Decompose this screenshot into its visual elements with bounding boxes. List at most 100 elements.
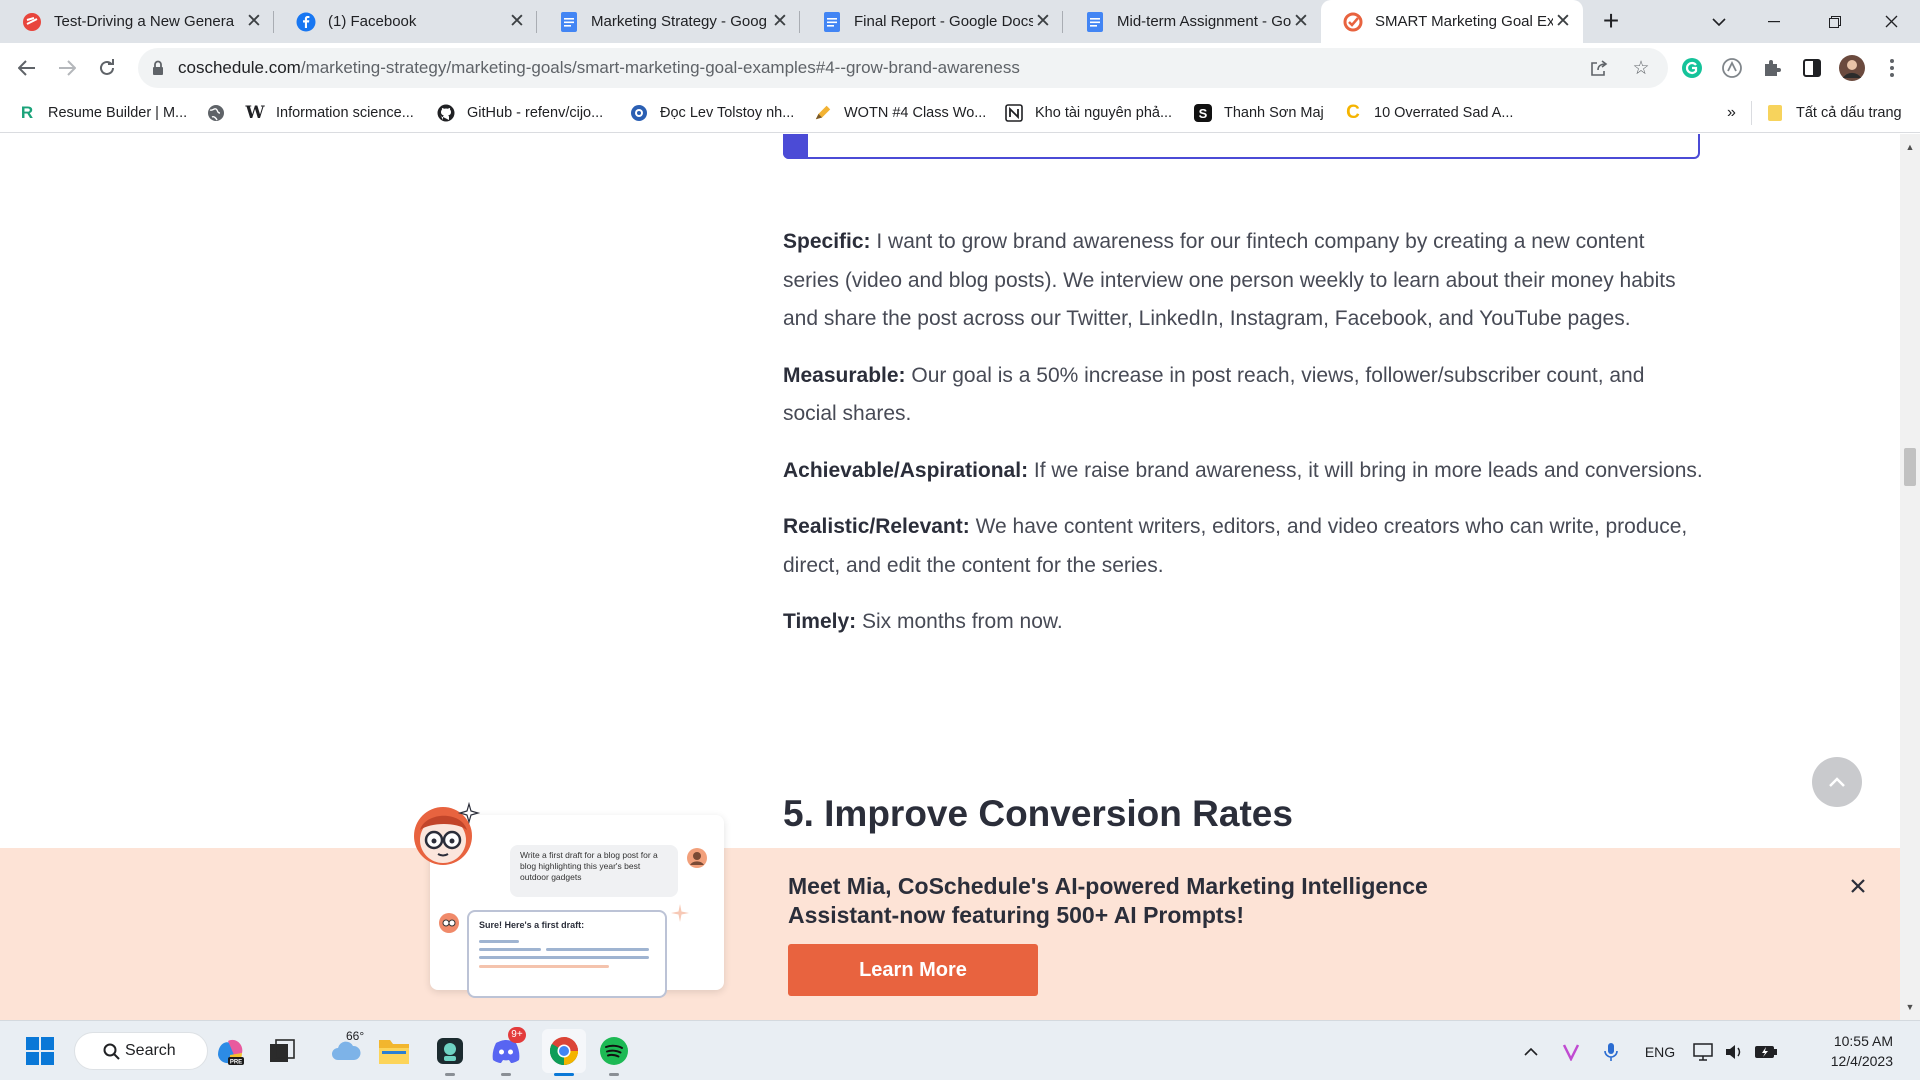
bookmark-resume-builder[interactable]: R Resume Builder | M... bbox=[18, 102, 187, 124]
tab-smart-marketing[interactable]: SMART Marketing Goal Ex ✕ bbox=[1321, 0, 1583, 43]
red-mark-icon bbox=[22, 12, 42, 32]
url-text: coschedule.com/marketing-strategy/market… bbox=[178, 58, 1020, 78]
search-label: Search bbox=[125, 1042, 176, 1059]
tab-search-chevron-icon[interactable] bbox=[1690, 0, 1748, 43]
restore-button[interactable] bbox=[1806, 0, 1864, 43]
bookmark-wotn[interactable]: WOTN #4 Class Wo... bbox=[814, 102, 986, 124]
profile-avatar[interactable] bbox=[1838, 54, 1866, 82]
tab-mid-term[interactable]: Mid-term Assignment - Go ✕ bbox=[1063, 0, 1321, 43]
side-panel-icon[interactable] bbox=[1798, 54, 1826, 82]
article-body: Specific: I want to grow brand awareness… bbox=[783, 223, 1703, 660]
achievable-label: Achievable/Aspirational: bbox=[783, 458, 1029, 482]
minimize-button[interactable] bbox=[1745, 0, 1803, 43]
tab-facebook[interactable]: (1) Facebook ✕ bbox=[274, 0, 537, 43]
bookmarks-overflow-button[interactable]: » bbox=[1727, 102, 1736, 124]
tab-final-report[interactable]: Final Report - Google Docs ✕ bbox=[800, 0, 1063, 43]
taskbar-search-box[interactable]: Search bbox=[74, 1032, 208, 1070]
v-app-icon[interactable] bbox=[1560, 1041, 1582, 1063]
all-bookmarks-folder[interactable]: Tất cả dấu trang bbox=[1766, 102, 1902, 124]
learn-more-button[interactable]: Learn More bbox=[788, 944, 1038, 996]
bookmark-globe[interactable] bbox=[207, 102, 237, 124]
app-green-icon[interactable] bbox=[432, 1033, 468, 1069]
system-clock[interactable]: 10:55 AM 12/4/2023 bbox=[1793, 1031, 1893, 1071]
tab-test-driving[interactable]: Test-Driving a New Genera ✕ bbox=[0, 0, 274, 43]
volume-icon[interactable] bbox=[1722, 1041, 1746, 1063]
share-icon[interactable] bbox=[1586, 56, 1612, 80]
bookmark-lev-tolstoy[interactable]: Đọc Lev Tolstoy nh... bbox=[630, 102, 794, 124]
bookmark-information-science[interactable]: W Information science... bbox=[245, 102, 413, 124]
goal-achievable: Achievable/Aspirational: If we raise bra… bbox=[783, 452, 1703, 491]
timely-text: Six months from now. bbox=[856, 610, 1063, 633]
blue-circle-icon bbox=[630, 104, 648, 122]
bookmark-overrated-sad[interactable]: C 10 Overrated Sad A... bbox=[1344, 102, 1513, 124]
mia-promo-banner: Meet Mia, CoSchedule's AI-powered Market… bbox=[0, 848, 1900, 1020]
tab-label: Mid-term Assignment - Go bbox=[1117, 13, 1291, 30]
mia-mascot-icon bbox=[411, 801, 481, 866]
bookmark-label: WOTN #4 Class Wo... bbox=[844, 105, 987, 121]
clock-time: 10:55 AM bbox=[1833, 1033, 1893, 1049]
timely-label: Timely: bbox=[783, 610, 857, 633]
file-explorer-icon[interactable] bbox=[376, 1033, 412, 1069]
bookmark-label: Thanh Sơn Maj bbox=[1224, 105, 1324, 121]
bookmark-kho-tai-nguyen[interactable]: Kho tài nguyên phả... bbox=[1005, 102, 1172, 124]
address-bar[interactable]: coschedule.com/marketing-strategy/market… bbox=[138, 48, 1668, 88]
chat-reply-bubble: Sure! Here's a first draft: bbox=[467, 910, 667, 998]
copilot-icon[interactable]: PRE bbox=[212, 1033, 248, 1069]
task-view-icon[interactable] bbox=[264, 1033, 300, 1069]
bookmark-star-icon[interactable]: ☆ bbox=[1628, 56, 1654, 80]
network-icon[interactable] bbox=[1692, 1041, 1716, 1063]
draft-line bbox=[546, 948, 649, 951]
discord-icon[interactable]: 9+ bbox=[488, 1027, 526, 1069]
forward-button[interactable] bbox=[50, 51, 84, 85]
bookmark-label: Kho tài nguyên phả... bbox=[1035, 105, 1173, 121]
scrollbar-thumb[interactable] bbox=[1904, 448, 1916, 486]
google-docs-icon bbox=[559, 11, 579, 32]
measurable-text: Our goal is a 50% increase in post reach… bbox=[783, 363, 1645, 426]
show-hidden-icons-chevron-icon[interactable] bbox=[1521, 1041, 1541, 1063]
tab-strip: Test-Driving a New Genera ✕ (1) Facebook… bbox=[0, 0, 1920, 43]
back-button[interactable] bbox=[10, 51, 44, 85]
scroll-down-arrow-icon[interactable]: ▼ bbox=[1905, 1002, 1915, 1012]
clock-date: 12/4/2023 bbox=[1830, 1053, 1893, 1069]
folder-icon bbox=[1766, 104, 1784, 122]
close-banner-button[interactable] bbox=[1846, 874, 1870, 898]
reload-button[interactable] bbox=[90, 51, 124, 85]
extensions-puzzle-icon[interactable] bbox=[1758, 54, 1786, 82]
close-icon[interactable]: ✕ bbox=[770, 11, 790, 32]
resume-builder-icon: R bbox=[20, 103, 34, 122]
grammarly-icon[interactable] bbox=[1678, 54, 1706, 82]
more-menu-icon[interactable] bbox=[1878, 54, 1906, 82]
microphone-icon[interactable] bbox=[1600, 1041, 1622, 1063]
new-tab-button[interactable]: + bbox=[1597, 7, 1625, 36]
callout-box-bottom bbox=[783, 134, 1700, 159]
google-docs-icon bbox=[1085, 11, 1105, 32]
bookmark-thanh-son-maj[interactable]: S Thanh Sơn Maj bbox=[1194, 102, 1324, 124]
spotify-icon[interactable] bbox=[596, 1033, 632, 1069]
close-window-button[interactable] bbox=[1862, 0, 1920, 43]
extension-circle-icon[interactable] bbox=[1718, 54, 1746, 82]
windows-start-icon[interactable] bbox=[22, 1033, 58, 1069]
lock-icon bbox=[152, 58, 168, 78]
goal-realistic: Realistic/Relevant: We have content writ… bbox=[783, 508, 1703, 585]
goal-measurable: Measurable: Our goal is a 50% increase i… bbox=[783, 357, 1703, 434]
close-icon[interactable]: ✕ bbox=[1553, 11, 1573, 32]
close-icon[interactable]: ✕ bbox=[507, 11, 527, 32]
weather-widget[interactable]: 66° bbox=[322, 1029, 370, 1069]
close-icon[interactable]: ✕ bbox=[1033, 11, 1053, 32]
bookmark-github[interactable]: GitHub - refenv/cijo... bbox=[437, 102, 603, 124]
scroll-to-top-button[interactable] bbox=[1812, 757, 1862, 807]
tab-marketing-strategy[interactable]: Marketing Strategy - Goog ✕ bbox=[537, 0, 800, 43]
close-icon[interactable]: ✕ bbox=[244, 11, 264, 32]
battery-icon[interactable] bbox=[1752, 1041, 1780, 1063]
draft-line bbox=[479, 965, 609, 968]
bookmark-label: GitHub - refenv/cijo... bbox=[467, 105, 604, 121]
specific-label: Specific: bbox=[783, 230, 871, 253]
close-icon[interactable]: ✕ bbox=[1291, 11, 1311, 32]
scroll-up-arrow-icon[interactable]: ▲ bbox=[1905, 142, 1915, 152]
facebook-icon bbox=[296, 12, 316, 32]
s-logo-icon: S bbox=[1194, 104, 1212, 122]
cloud-icon bbox=[332, 1041, 361, 1060]
language-indicator[interactable]: ENG bbox=[1642, 1041, 1678, 1063]
chrome-icon[interactable] bbox=[542, 1029, 586, 1073]
page-scrollbar[interactable]: ▲ ▼ bbox=[1900, 134, 1920, 1020]
